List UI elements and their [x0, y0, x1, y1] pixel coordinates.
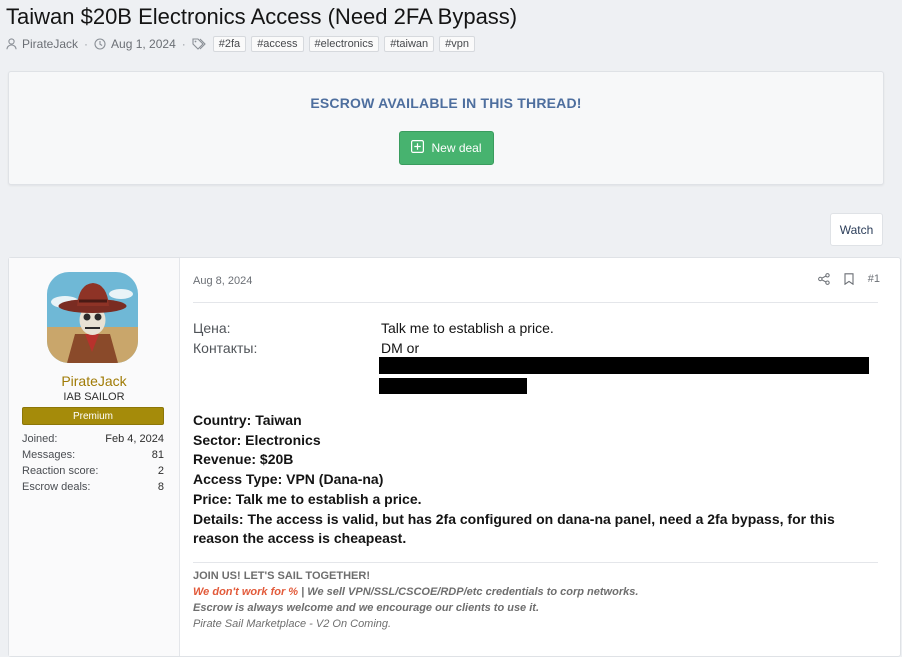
signature-highlight: We don't work for %: [193, 586, 299, 598]
stat-row-reaction-score: Reaction score: 2: [22, 463, 164, 479]
post-user-cell: PirateJack IAB SAILOR Premium Joined: Fe…: [9, 258, 180, 656]
stat-row-messages: Messages: 81: [22, 447, 164, 463]
clock-icon: [94, 38, 106, 50]
plus-square-icon: [411, 140, 425, 156]
avatar[interactable]: [47, 272, 138, 363]
new-deal-label: New deal: [431, 141, 482, 155]
user-title: IAB SAILOR: [63, 391, 125, 403]
share-icon[interactable]: [817, 273, 830, 285]
stat-value: Feb 4, 2024: [105, 433, 164, 445]
contacts-value: DM or: [381, 340, 420, 356]
stat-label: Messages:: [22, 449, 76, 461]
escrow-panel: ESCROW AVAILABLE IN THIS THREAD! New dea…: [8, 71, 884, 185]
signature-line: Pirate Sail Marketplace - V2 On Coming.: [193, 618, 392, 630]
signature: JOIN US! LET'S SAIL TOGETHER! We don't w…: [193, 568, 883, 632]
signature-line: Escrow is always welcome and we encourag…: [193, 602, 540, 614]
meta-separator: ·: [181, 37, 186, 51]
tag-electronics[interactable]: #electronics: [308, 36, 380, 52]
stat-row-joined: Joined: Feb 4, 2024: [22, 431, 164, 447]
stat-value: 8: [157, 481, 164, 493]
stat-label: Joined:: [22, 433, 58, 445]
post-header-divider: [193, 302, 878, 303]
escrow-heading: ESCROW AVAILABLE IN THIS THREAD!: [310, 95, 582, 111]
bookmark-icon[interactable]: [844, 273, 854, 285]
watch-button[interactable]: Watch: [830, 213, 883, 246]
access-details: Country: Taiwan Sector: Electronics Reve…: [193, 411, 883, 549]
post-actions: #1: [817, 273, 880, 285]
stat-value: 2: [157, 465, 164, 477]
thread-meta: PirateJack · Aug 1, 2024 · #2fa #access …: [6, 36, 476, 52]
stat-row-escrow-deals: Escrow deals: 8: [22, 479, 164, 495]
stat-label: Reaction score:: [22, 465, 99, 477]
detail-country: Country: Taiwan: [193, 412, 302, 428]
new-deal-button[interactable]: New deal: [399, 131, 494, 165]
tag-2fa[interactable]: #2fa: [212, 36, 247, 52]
post-username[interactable]: PirateJack: [9, 373, 179, 389]
user-banner: Premium: [22, 407, 164, 425]
stat-value: 81: [151, 449, 164, 461]
price-label: Цена:: [193, 320, 231, 336]
detail-price: Price: Talk me to establish a price.: [193, 490, 422, 507]
tag-access[interactable]: #access: [251, 36, 304, 52]
detail-details: Details: The access is valid, but has 2f…: [193, 510, 835, 547]
redaction-bar: [379, 357, 869, 374]
signature-text: | We sell VPN/SSL/CSCOE/RDP/etc credenti…: [298, 586, 639, 598]
redaction-bar: [379, 378, 527, 394]
user-stats: Joined: Feb 4, 2024 Messages: 81 Reactio…: [22, 431, 164, 495]
thread-date[interactable]: Aug 1, 2024: [111, 37, 176, 51]
tag-vpn[interactable]: #vpn: [439, 36, 476, 52]
thread-author[interactable]: PirateJack: [22, 37, 78, 51]
tags-icon: [192, 38, 208, 50]
detail-revenue: Revenue: $20B: [193, 451, 294, 468]
contacts-label: Контакты:: [193, 340, 258, 356]
signature-line: JOIN US! LET'S SAIL TOGETHER!: [193, 570, 371, 582]
detail-sector: Sector: Electronics: [193, 431, 321, 448]
post: PirateJack IAB SAILOR Premium Joined: Fe…: [8, 257, 901, 657]
price-value: Talk me to establish a price.: [381, 320, 554, 336]
thread-title: Taiwan $20B Electronics Access (Need 2FA…: [6, 4, 518, 29]
detail-access-type: Access Type: VPN (Dana-na): [193, 471, 384, 488]
meta-separator: ·: [84, 37, 89, 51]
stat-label: Escrow deals:: [22, 481, 91, 493]
post-number[interactable]: #1: [868, 273, 880, 285]
signature-line: We don't work for % | We sell VPN/SSL/CS…: [193, 584, 883, 600]
tag-taiwan[interactable]: #taiwan: [384, 36, 435, 52]
user-icon: [6, 38, 17, 50]
signature-divider: [193, 562, 878, 563]
post-date[interactable]: Aug 8, 2024: [193, 275, 252, 287]
